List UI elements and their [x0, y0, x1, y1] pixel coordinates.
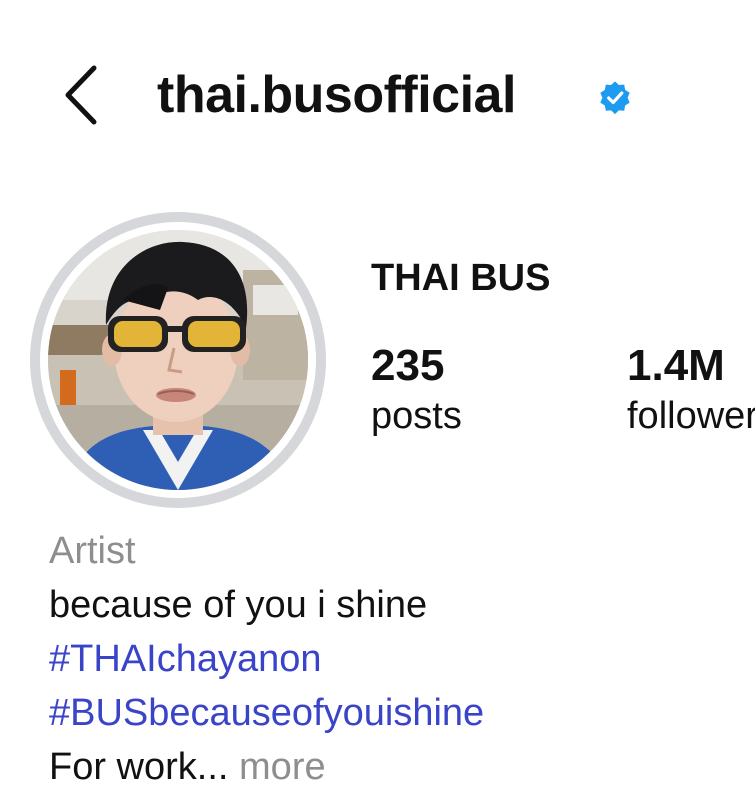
verified-badge-icon	[600, 81, 630, 115]
bio-truncated-text: For work...	[49, 746, 229, 788]
followers-stat[interactable]: 1.4M followers	[627, 340, 755, 438]
posts-stat[interactable]: 235 posts	[371, 340, 462, 438]
bio-truncated-line: For work... more	[49, 740, 739, 794]
profile-page: thai.busofficial THAI BUS 235 posts 1.4M…	[0, 0, 755, 806]
posts-count: 235	[371, 341, 445, 390]
username-title: thai.busofficial	[157, 66, 516, 124]
followers-count: 1.4M	[627, 341, 725, 390]
avatar-story-ring[interactable]	[30, 212, 326, 508]
chevron-left-icon	[65, 65, 97, 125]
posts-label: posts	[371, 395, 462, 437]
followers-label: followers	[627, 395, 755, 437]
more-button[interactable]: more	[239, 746, 326, 788]
hashtag-link-thaichayanon[interactable]: #THAIchayanon	[49, 632, 739, 686]
bio-text: because of you i shine	[49, 584, 428, 626]
profile-display-name: THAI BUS	[371, 257, 551, 299]
avatar	[48, 230, 308, 490]
profile-category: Artist	[49, 530, 136, 572]
back-button[interactable]	[56, 60, 112, 130]
profile-bio: Artist because of you i shine #THAIchaya…	[49, 524, 739, 794]
hashtag-link-busbecauseofyouishine[interactable]: #BUSbecauseofyouishine	[49, 686, 739, 740]
